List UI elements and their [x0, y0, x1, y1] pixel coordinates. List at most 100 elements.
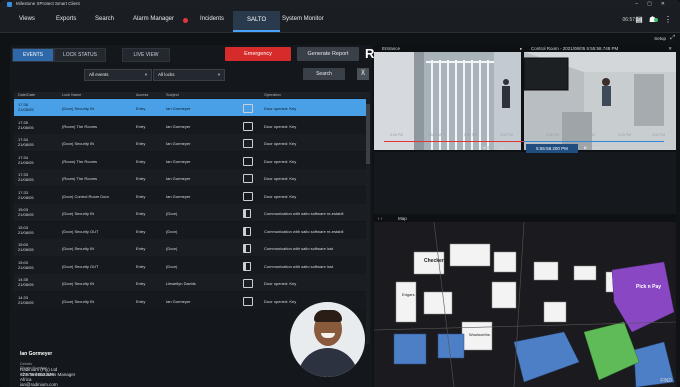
skip-forward-icon[interactable]: ▶▶ — [594, 145, 601, 151]
row-datetime: 15:03 21/08/05 — [18, 207, 34, 217]
menu-exports[interactable]: Exports — [56, 16, 76, 22]
tab-live-view[interactable]: LIVE VIEW — [122, 48, 170, 62]
tab-events[interactable]: EVENTS — [12, 48, 54, 62]
col-lock-name[interactable]: Lock Name — [62, 93, 81, 97]
row-subject: Ian Gormeyer — [166, 298, 191, 304]
lock-filter-select[interactable]: All locks ▼ — [153, 69, 225, 81]
menu-views[interactable]: Views — [19, 16, 35, 22]
row-access: Entry — [136, 158, 146, 164]
col-operation[interactable]: Operation — [264, 93, 281, 97]
scrollbar[interactable] — [366, 98, 370, 344]
row-subject: (Door) — [166, 263, 178, 269]
video-header: Entrance ▸ Control Room - 2021/08/05 5:5… — [374, 45, 676, 52]
row-operation: Door opened: Key — [264, 281, 297, 286]
find-button[interactable]: FIND — [660, 378, 672, 384]
skip-back-icon[interactable]: ◀◀ — [482, 145, 489, 151]
row-operation: Door opened: Key — [264, 106, 297, 111]
play-back-icon[interactable]: ◀ — [500, 145, 503, 151]
row-operation: Communication with salto software re-est… — [264, 228, 344, 234]
tick-label: 6:02 PM — [652, 133, 666, 137]
row-datetime: 15:00 21/08/05 — [18, 260, 34, 270]
row-lock: (Room) The Rooms — [62, 123, 98, 129]
menu-incidents[interactable]: Incidents — [200, 16, 224, 22]
chevron-down-icon: ▼ — [217, 72, 221, 77]
door-icon — [243, 261, 251, 271]
more-icon[interactable]: ⋮ — [664, 15, 672, 24]
row-datetime: 17:34 21/08/05 — [18, 155, 34, 165]
row-subject: (Door) — [166, 246, 178, 251]
event-filter-value: All events — [89, 72, 109, 77]
door-icon — [243, 244, 251, 253]
table-row[interactable]: 17:33 21/08/05 (Door) Control Room Door Ent… — [14, 186, 366, 204]
table-row[interactable]: 14:35 21/08/05 (Door) Security IN Entry Llew… — [14, 274, 366, 291]
table-row[interactable]: 17:36 21/08/05 (Door) Security IN Entry Ian … — [14, 99, 366, 116]
row-datetime: 14:35 21/08/05 — [18, 277, 34, 287]
timeline-graph — [374, 152, 676, 214]
row-datetime: 17:36 21/08/05 — [18, 102, 34, 112]
generate-report-button[interactable]: Generate Report — [297, 47, 359, 61]
event-filter-select[interactable]: All events ▼ — [84, 69, 152, 81]
window-controls[interactable]: –▢✕ — [635, 1, 674, 7]
alarm-badge — [183, 18, 188, 23]
col-access[interactable]: Access — [136, 93, 148, 97]
row-date: 21/08/05 — [18, 142, 34, 147]
door-icon — [243, 226, 251, 236]
tick-label: 6:00 PM — [618, 133, 632, 137]
scroll-thumb[interactable] — [366, 104, 370, 164]
row-lock: (Door) Security OUT — [62, 228, 99, 234]
map-header: ‹ › Map — [374, 215, 676, 222]
table-row[interactable]: 17:33 21/08/05 (Room) The Rooms Entry Ian Go… — [14, 169, 366, 186]
col-date[interactable]: Date/Date — [18, 93, 35, 97]
row-access: Entry — [136, 141, 146, 146]
search-button[interactable]: Search — [303, 68, 345, 80]
filter-icon[interactable]: ⊼ — [357, 68, 369, 80]
map-label-woolworths: Woolworths — [469, 332, 490, 337]
row-access: Entry — [136, 106, 146, 111]
playback-timeline[interactable] — [374, 152, 676, 214]
row-date: 21/08/05 — [18, 299, 34, 305]
user-status-icon[interactable]: ☗ — [649, 15, 658, 24]
tick-label: 5:50 PM — [428, 133, 442, 137]
tab-lock-status[interactable]: LOCK STATUS — [54, 48, 106, 62]
row-date: 21/08/05 — [18, 264, 34, 270]
table-row[interactable]: 17:35 21/08/05 (Room) The Rooms Entry Ian Go… — [14, 116, 366, 134]
table-row[interactable]: 15:03 21/08/05 (Door) Security IN Entry (Doo… — [14, 204, 366, 221]
site-map[interactable]: Checkers Edgars Pick n Pay Woolworths FI… — [374, 222, 676, 387]
play-icon[interactable]: ▶ — [584, 145, 587, 151]
setup-button[interactable]: Setup — [654, 36, 666, 41]
row-date: 21/08/05 — [18, 177, 34, 182]
row-access: Entry — [136, 176, 146, 181]
menu-system-monitor[interactable]: System Monitor — [282, 16, 324, 22]
row-subject: Llewellyn Davids — [166, 281, 196, 286]
table-row[interactable]: 17:34 21/08/05 (Door) Security IN Entry Ian … — [14, 134, 366, 151]
menu-search[interactable]: Search — [95, 16, 114, 22]
menu-alarm-manager[interactable]: Alarm Manager — [133, 16, 174, 22]
row-datetime: 15:00 21/08/05 — [18, 242, 34, 252]
expand-icon[interactable]: ⤢ — [670, 35, 675, 42]
toolbar-icons: ▤ ☗ ⋮ — [629, 15, 672, 24]
playback-timestamp[interactable]: 5:55:58.200 PM — [526, 144, 578, 153]
emergency-button[interactable]: Emergency — [225, 47, 291, 61]
chevron-down-icon: ▼ — [144, 72, 148, 77]
row-date: 21/08/05 — [18, 194, 34, 200]
document-icon[interactable]: ▤ — [635, 15, 643, 24]
map-back-icon[interactable]: ‹ › — [378, 216, 382, 221]
table-row[interactable]: 15:03 21/08/05 (Door) Security OUT Entry (Do… — [14, 221, 366, 239]
row-access: Entry — [136, 211, 146, 216]
table-row[interactable]: 17:34 21/08/05 (Room) The Rooms Entry Ian Go… — [14, 151, 366, 169]
map-label-checkers: Checkers — [424, 258, 447, 264]
row-operation: Door opened: Key — [264, 123, 297, 129]
key-card-icon — [243, 296, 253, 306]
row-datetime: 17:35 21/08/05 — [18, 120, 34, 130]
row-subject: Ian Gormeyer — [166, 123, 191, 129]
row-date: 21/08/05 — [18, 124, 34, 130]
row-access: Entry — [136, 298, 146, 304]
col-subject[interactable]: Subject — [166, 93, 179, 97]
menu-salto[interactable]: SALTO — [233, 11, 281, 32]
row-lock: (Door) Security OUT — [62, 263, 99, 269]
main-menu: Views Exports Search Alarm Manager Incid… — [0, 9, 680, 33]
table-row[interactable]: 15:00 21/08/05 (Door) Security IN Entry (Doo… — [14, 239, 366, 256]
table-row[interactable]: 15:00 21/08/05 (Door) Security OUT Entry (Do… — [14, 256, 366, 274]
app-window: Milestone XProtect Smart Client –▢✕ View… — [0, 0, 680, 387]
row-date: 21/08/05 — [18, 159, 34, 165]
